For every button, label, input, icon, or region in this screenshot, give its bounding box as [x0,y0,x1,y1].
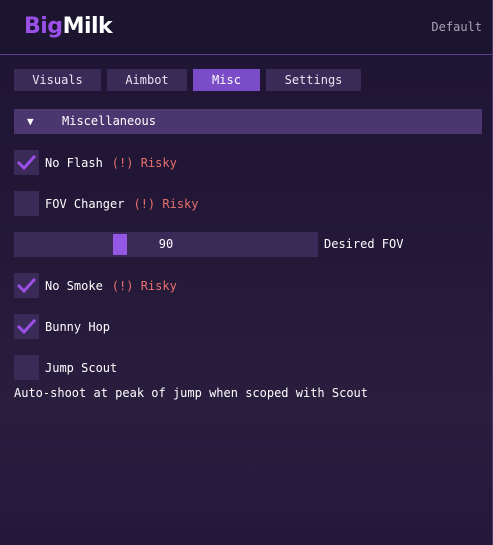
no-flash-option: No Flash (!) Risky [14,150,177,175]
bunny-hop-checkbox[interactable] [14,314,39,339]
no-flash-label: No Flash [45,155,103,170]
no-smoke-option: No Smoke (!) Risky [14,273,177,298]
jump-scout-checkbox[interactable] [14,355,39,380]
fov-changer-label: FOV Changer [45,196,125,211]
logo-milk-text: Milk [62,14,113,39]
checkmark-icon [17,278,36,293]
checkmark-icon [17,319,36,334]
jump-scout-option: Jump Scout [14,355,117,380]
bunny-hop-option: Bunny Hop [14,314,110,339]
fov-changer-checkbox[interactable] [14,191,39,216]
section-title: Miscellaneous [62,114,156,128]
jump-scout-description: Auto-shoot at peak of jump when scoped w… [14,386,369,400]
tab-visuals[interactable]: Visuals [14,69,101,91]
tab-misc[interactable]: Misc [193,69,260,91]
config-name-label: Default [431,20,482,34]
no-flash-risky-warning: (!) Risky [111,155,177,170]
fov-changer-option: FOV Changer (!) Risky [14,191,199,216]
checkmark-icon [17,155,36,170]
miscellaneous-section-header[interactable]: ▼ Miscellaneous [14,109,482,134]
logo-big-text: Big [24,14,63,39]
no-flash-checkbox[interactable] [14,150,39,175]
jump-scout-label: Jump Scout [45,360,118,375]
collapse-arrow-icon: ▼ [27,115,34,128]
tab-bar: Visuals Aimbot Misc Settings [14,69,367,91]
app-logo: BigMilk [24,14,113,39]
slider-value: 90 [158,237,174,251]
fov-changer-risky-warning: (!) Risky [133,196,199,211]
tab-aimbot[interactable]: Aimbot [107,69,187,91]
app-window: BigMilk Default Visuals Aimbot Misc Sett… [0,0,493,545]
no-smoke-checkbox[interactable] [14,273,39,298]
bunny-hop-label: Bunny Hop [45,319,111,334]
no-smoke-risky-warning: (!) Risky [111,278,177,293]
title-bar: BigMilk Default [0,0,492,55]
tab-settings[interactable]: Settings [266,69,361,91]
desired-fov-slider[interactable]: 90 [14,232,318,257]
desired-fov-label: Desired FOV [324,237,404,251]
no-smoke-label: No Smoke [45,278,103,293]
